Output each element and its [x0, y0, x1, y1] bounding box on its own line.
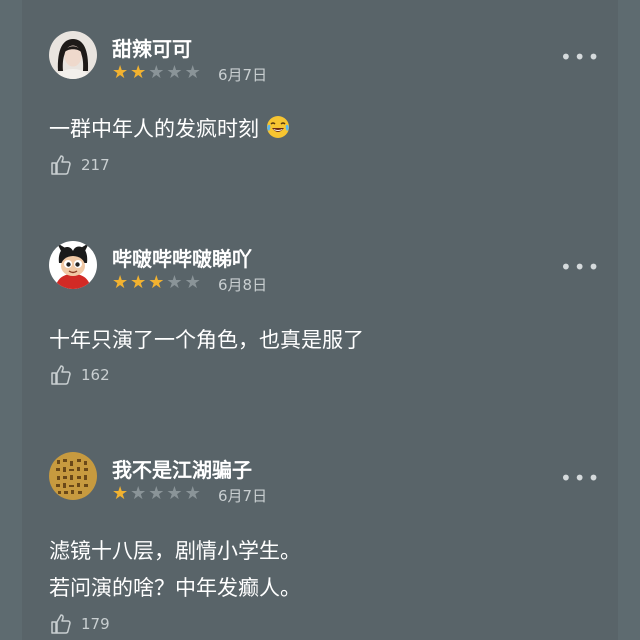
star-empty-icon: ★	[148, 483, 165, 504]
rating-stars: ★ ★ ★ ★ ★	[112, 485, 201, 503]
comment-text: 十年只演了一个角色，也真是服了	[49, 324, 364, 354]
star-empty-icon: ★	[130, 483, 147, 504]
username[interactable]: 我不是江湖骗子	[112, 454, 252, 483]
comment-line: 若问演的啥？中年发癫人。	[49, 576, 301, 600]
comment-text: 一群中年人的发疯时刻	[49, 113, 290, 143]
comment-line: 十年只演了一个角色，也真是服了	[49, 328, 364, 352]
username[interactable]: 甜辣可可	[112, 33, 192, 62]
astro-boy-avatar-icon	[49, 241, 97, 289]
more-options-button[interactable]: •••	[560, 468, 601, 488]
star-filled-icon: ★	[148, 272, 165, 293]
star-filled-icon: ★	[112, 62, 129, 83]
star-filled-icon: ★	[130, 62, 147, 83]
user-avatar[interactable]	[49, 241, 97, 289]
username[interactable]: 哔啵哔哔啵睇吖	[112, 243, 252, 272]
thumbs-up-icon	[51, 614, 71, 634]
star-empty-icon: ★	[166, 62, 183, 83]
star-filled-icon: ★	[130, 272, 147, 293]
star-empty-icon: ★	[148, 62, 165, 83]
star-empty-icon: ★	[166, 483, 183, 504]
star-filled-icon: ★	[112, 483, 129, 504]
comment-date: 6月8日	[218, 276, 268, 294]
comment-date: 6月7日	[218, 66, 268, 84]
comment-list: 甜辣可可 ★ ★ ★ ★ ★ 6月7日 ••• 一群中年人的发疯时刻 217 哔…	[22, 0, 618, 640]
comment-date: 6月7日	[218, 487, 268, 505]
comment-text: 滤镜十八层，剧情小学生。	[49, 535, 301, 565]
rating-stars: ★ ★ ★ ★ ★	[112, 274, 201, 292]
rating-stars: ★ ★ ★ ★ ★	[112, 64, 201, 82]
like-button[interactable]: 217	[49, 153, 110, 177]
like-button[interactable]: 179	[49, 612, 110, 636]
star-empty-icon: ★	[184, 483, 201, 504]
user-avatar[interactable]	[49, 452, 97, 500]
like-count: 179	[81, 615, 110, 633]
comment-text: 若问演的啥？中年发癫人。	[49, 572, 301, 602]
calligraphy-scroll-avatar-icon	[49, 452, 97, 500]
thumbs-up-icon	[51, 365, 71, 385]
laughing-tears-emoji-icon	[266, 116, 289, 138]
like-count: 217	[81, 156, 110, 174]
star-empty-icon: ★	[184, 62, 201, 83]
more-options-button[interactable]: •••	[560, 47, 601, 67]
user-avatar[interactable]	[49, 31, 97, 79]
woman-portrait-avatar-icon	[49, 31, 97, 79]
more-options-button[interactable]: •••	[560, 257, 601, 277]
like-button[interactable]: 162	[49, 363, 110, 387]
star-filled-icon: ★	[112, 272, 129, 293]
thumbs-up-icon	[51, 155, 71, 175]
comment-line: 一群中年人的发疯时刻	[49, 117, 259, 141]
comment-line: 滤镜十八层，剧情小学生。	[49, 539, 301, 563]
star-empty-icon: ★	[166, 272, 183, 293]
star-empty-icon: ★	[184, 272, 201, 293]
like-count: 162	[81, 366, 110, 384]
